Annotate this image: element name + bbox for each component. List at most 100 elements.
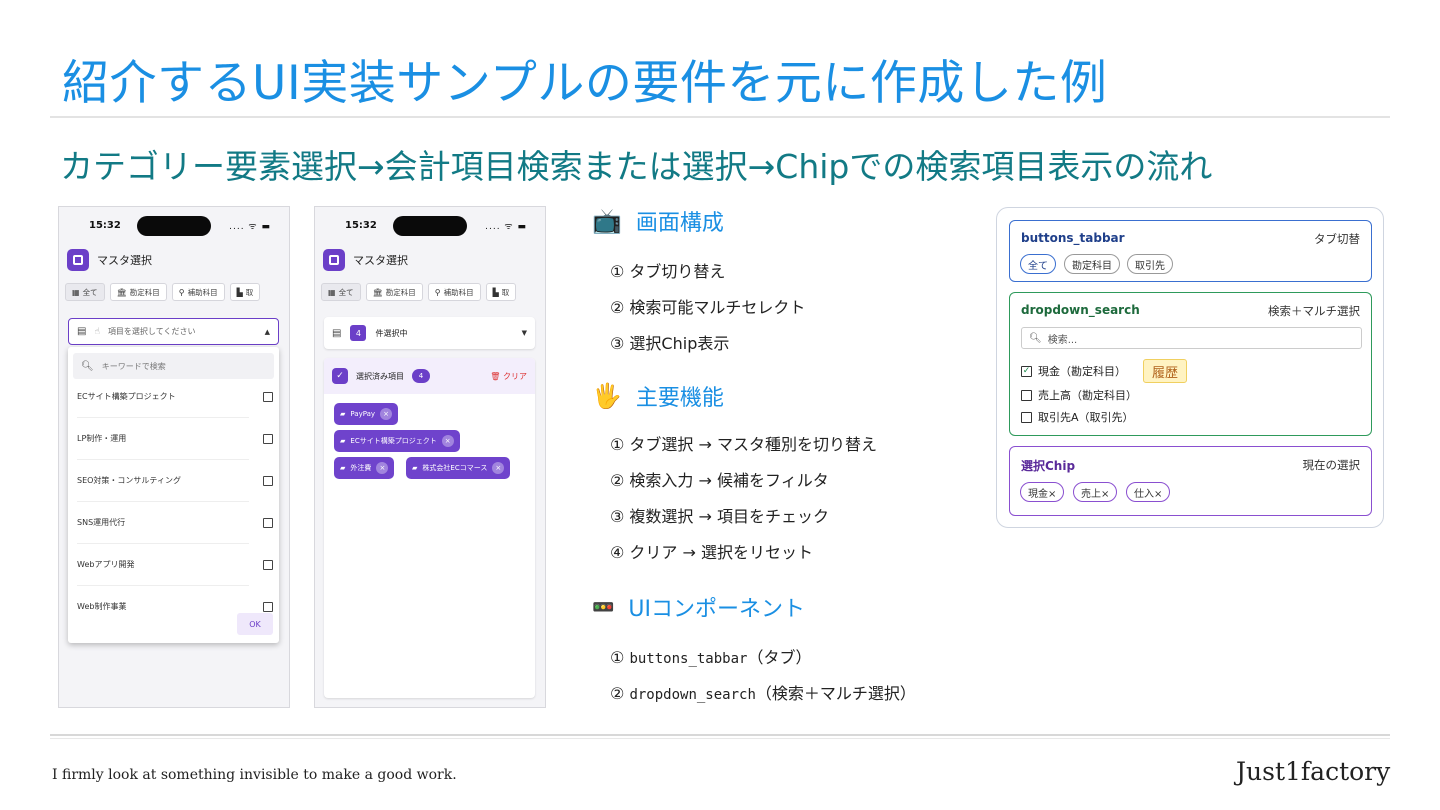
list-item-label: LP制作・運用 bbox=[77, 434, 127, 443]
status-time: 15:32 bbox=[89, 220, 121, 231]
section-screen-structure: 📺 画面構成 bbox=[592, 205, 724, 237]
touch-cursor-icon: ☝ bbox=[94, 326, 100, 337]
card-title: 選択Chip bbox=[1021, 459, 1076, 473]
chip-pill[interactable]: 現金× bbox=[1020, 482, 1065, 502]
tab-label: 勘定科目 bbox=[385, 287, 416, 297]
divider bbox=[77, 585, 249, 586]
search-input[interactable]: 🔍︎ 検索... bbox=[1021, 327, 1362, 349]
keyword-search-input[interactable]: 🔍︎ キーワードで検索 bbox=[73, 353, 274, 379]
divider bbox=[77, 501, 249, 502]
phone-screenshot-dropdown: 15:32 .... ᯤ ▬ マスタ選択 ▦ 全て 🏛 勘定科目 ⚲ 補助科目 ▙ 取 … bbox=[58, 206, 290, 708]
tab-pill[interactable]: 勘定科目 bbox=[1064, 254, 1120, 274]
chip-remove-icon[interactable]: × bbox=[376, 462, 389, 474]
divider bbox=[77, 459, 249, 460]
list-item: ② dropdown_search（検索＋マルチ選択） bbox=[610, 680, 916, 704]
selected-chip[interactable]: ▰ 外注費 × bbox=[334, 457, 395, 479]
selected-count-badge: 4 bbox=[350, 325, 367, 341]
tab-accounts[interactable]: 🏛 勘定科目 bbox=[109, 283, 167, 301]
section-title: 画面構成 bbox=[635, 211, 724, 236]
checked-checkbox-icon[interactable]: ✓ bbox=[1021, 365, 1032, 377]
search-placeholder: キーワードで検索 bbox=[101, 361, 166, 371]
app-bar: マスタ選択 bbox=[67, 247, 152, 273]
clear-button[interactable]: 🗑︎ クリア bbox=[490, 371, 527, 382]
list-item: ② 検索可能マルチセレクト bbox=[610, 298, 806, 317]
list-item[interactable]: SEO対策・コンサルティング bbox=[77, 475, 273, 486]
checkbox[interactable] bbox=[1021, 411, 1032, 423]
list-item: ④ クリア → 選択をリセット bbox=[610, 543, 814, 562]
tab-pill[interactable]: 全て bbox=[1020, 254, 1056, 274]
grid-icon: ▦ bbox=[328, 287, 336, 297]
chip-label: 株式会社ECコマース bbox=[422, 464, 488, 472]
title-divider bbox=[50, 116, 1390, 118]
checkbox[interactable] bbox=[263, 391, 273, 402]
chip-label: 外注費 bbox=[350, 464, 372, 472]
component-note: （検索＋マルチ選択） bbox=[755, 684, 916, 703]
tab-label: 補助科目 bbox=[443, 287, 474, 297]
checkbox[interactable] bbox=[263, 475, 273, 486]
tab-bar: ▦ 全て 🏛 勘定科目 ⚲ 補助科目 ▙ 取 bbox=[65, 283, 261, 301]
card-caption: 現在の選択 bbox=[1302, 458, 1361, 472]
waving-hand-icon: 🖐 bbox=[592, 382, 622, 410]
checkbox[interactable] bbox=[1021, 389, 1032, 401]
tab-all[interactable]: ▦ 全て bbox=[321, 283, 361, 301]
grid-icon: ▦ bbox=[72, 287, 80, 297]
chip-pill[interactable]: 仕入× bbox=[1126, 482, 1171, 502]
component-note: （タブ） bbox=[747, 648, 812, 667]
checkbox[interactable] bbox=[263, 601, 273, 612]
chip-remove-icon[interactable]: × bbox=[492, 462, 505, 474]
card-caption: タブ切替 bbox=[1314, 232, 1360, 246]
search-icon: 🔍︎ bbox=[81, 360, 94, 372]
chips-header-label: 選択済み項目 bbox=[356, 371, 404, 381]
dynamic-island bbox=[393, 216, 467, 236]
footer-divider bbox=[50, 734, 1390, 736]
checkbox-item[interactable]: ✓ 現金（勘定科目） bbox=[1021, 363, 1126, 379]
item-label: 取引先A（取引先） bbox=[1038, 411, 1134, 424]
tree-icon: ⚲ bbox=[178, 287, 185, 297]
selected-chip[interactable]: ▰ 株式会社ECコマース × bbox=[406, 457, 511, 479]
checkbox-item[interactable]: 売上高（勘定科目） bbox=[1021, 387, 1137, 403]
list-item[interactable]: SNS運用代行 bbox=[77, 517, 273, 528]
list-item[interactable]: ECサイト構築プロジェクト bbox=[77, 391, 273, 402]
checkbox[interactable] bbox=[263, 517, 273, 528]
item-number: ② bbox=[610, 684, 625, 703]
list-item[interactable]: Webアプリ開発 bbox=[77, 559, 273, 570]
checkbox[interactable] bbox=[263, 559, 273, 570]
selected-chip[interactable]: ▰ PayPay × bbox=[334, 403, 399, 425]
tab-label: 取 bbox=[245, 287, 254, 297]
selection-dropdown[interactable]: ▤ 4 件選択中 ▼ bbox=[324, 317, 535, 349]
list-item[interactable]: LP制作・運用 bbox=[77, 433, 273, 444]
ok-button[interactable]: OK bbox=[237, 613, 273, 635]
tabbar-card: buttons_tabbar タブ切替 全て 勘定科目 取引先 bbox=[1009, 220, 1372, 282]
clear-label: クリア bbox=[503, 371, 527, 381]
building-icon: ▙ bbox=[492, 287, 499, 297]
card-title: dropdown_search bbox=[1021, 303, 1140, 317]
checkbox-item[interactable]: 取引先A（取引先） bbox=[1021, 409, 1134, 425]
selected-chip[interactable]: ▰ ECサイト構築プロジェクト × bbox=[334, 430, 460, 452]
item-select-dropdown[interactable]: ▤ ☝ 項目を選択してください ▲ bbox=[68, 318, 279, 345]
list-item-label: SNS運用代行 bbox=[77, 518, 126, 527]
tab-sub-accounts[interactable]: ⚲ 補助科目 bbox=[427, 283, 481, 301]
list-item: ① タブ切り替え bbox=[610, 262, 726, 281]
list-icon: ▤ bbox=[77, 326, 87, 337]
chip-pill[interactable]: 売上× bbox=[1073, 482, 1118, 502]
chip-remove-icon[interactable]: × bbox=[380, 408, 393, 420]
tab-accounts[interactable]: 🏛 勘定科目 bbox=[365, 283, 423, 301]
list-item[interactable]: Web制作事業 bbox=[77, 601, 273, 612]
chip-label: ECサイト構築プロジェクト bbox=[350, 437, 437, 445]
status-icons: .... ᯤ ▬ bbox=[485, 222, 527, 232]
checkbox[interactable] bbox=[263, 433, 273, 444]
tab-all[interactable]: ▦ 全て bbox=[65, 283, 105, 301]
tab-sub-accounts[interactable]: ⚲ 補助科目 bbox=[171, 283, 225, 301]
footer-brand-logo: Just1factory bbox=[1236, 757, 1391, 786]
trash-icon: 🗑︎ bbox=[490, 371, 501, 381]
dropdown-placeholder: 項目を選択してください bbox=[107, 327, 196, 336]
app-logo-icon bbox=[67, 249, 89, 271]
tab-partners[interactable]: ▙ 取 bbox=[229, 283, 261, 301]
chip-remove-icon[interactable]: × bbox=[441, 435, 454, 447]
list-item: ① buttons_tabbar（タブ） bbox=[610, 644, 811, 668]
dynamic-island bbox=[137, 216, 211, 236]
tab-partners[interactable]: ▙ 取 bbox=[485, 283, 517, 301]
tab-label: 勘定科目 bbox=[129, 287, 160, 297]
component-code: buttons_tabbar bbox=[629, 651, 748, 667]
tab-pill[interactable]: 取引先 bbox=[1127, 254, 1173, 274]
